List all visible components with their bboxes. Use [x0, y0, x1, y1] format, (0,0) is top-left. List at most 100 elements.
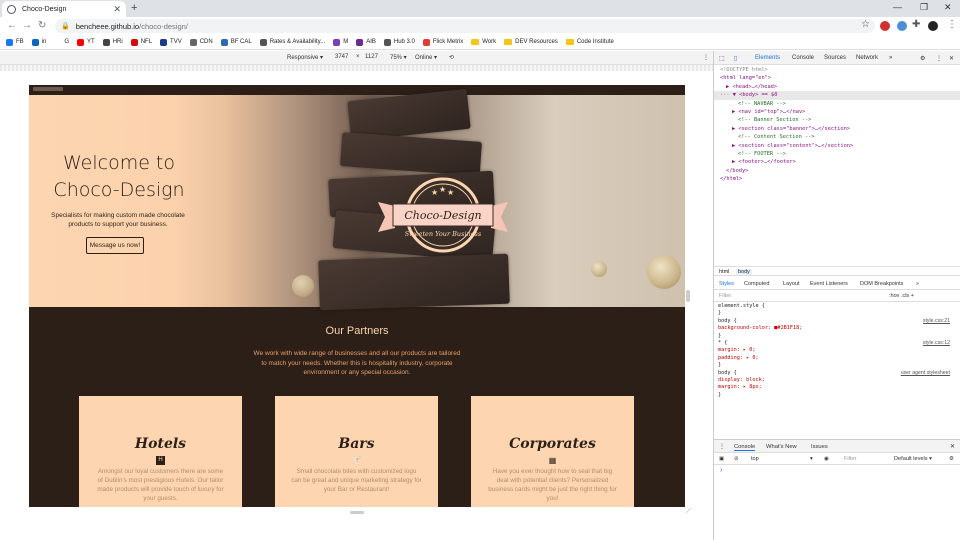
log-levels-select[interactable]: Default levels ▾ — [894, 456, 932, 462]
bookmark-item[interactable]: Rates & Availability... — [259, 38, 325, 46]
message-us-button[interactable]: Message us now! — [86, 237, 144, 254]
dom-node[interactable]: <!-- FOOTER --> — [714, 150, 960, 158]
chevron-down-icon[interactable]: ▾ — [810, 456, 813, 462]
close-devtools-icon[interactable]: ✕ — [949, 55, 954, 62]
bookmark-item[interactable]: Code Institute — [565, 39, 614, 45]
tab-dom-breakpoints[interactable]: DOM Breakpoints — [860, 281, 903, 287]
network-select[interactable]: Online ▾ — [415, 54, 437, 61]
back-icon[interactable]: ← — [7, 20, 17, 31]
console-settings-icon[interactable]: ⚙ — [949, 456, 954, 462]
dom-node[interactable]: ▶ <head>…</head> — [714, 83, 960, 91]
crumb-body[interactable]: body — [736, 268, 752, 275]
forward-icon[interactable]: → — [22, 20, 32, 31]
filter-tools[interactable]: :hov .cls + — [889, 293, 914, 299]
console-filter-input[interactable]: Filter — [844, 456, 856, 462]
media-query-bar[interactable] — [0, 65, 713, 71]
resize-handle-right[interactable] — [686, 290, 690, 302]
resize-corner-icon[interactable]: ⟋ — [686, 508, 691, 516]
viewport-width[interactable]: 3747 — [335, 54, 348, 60]
bookmark-item[interactable]: Work — [471, 39, 496, 45]
eye-icon[interactable]: ◉ — [824, 456, 829, 462]
close-tab-icon[interactable]: ✕ — [113, 4, 121, 15]
restore-icon[interactable]: ❐ — [920, 2, 928, 13]
bookmark-item[interactable]: NFL — [130, 38, 152, 46]
context-select[interactable]: top — [751, 456, 759, 462]
dom-node[interactable]: <!DOCTYPE html> — [714, 66, 960, 74]
tab-issues[interactable]: Issues — [811, 444, 828, 450]
gear-icon[interactable]: ⚙ — [920, 55, 925, 62]
browser-tab[interactable]: Choco-Design ✕ — [2, 1, 126, 17]
tab-more[interactable]: » — [916, 281, 919, 287]
bookmark-item[interactable]: HRi — [102, 38, 123, 46]
dom-node[interactable]: ▶ <footer>…</footer> — [714, 158, 960, 166]
kebab-icon[interactable]: ⋮ — [936, 55, 942, 62]
style-source-link[interactable]: style.css:12 — [923, 340, 950, 347]
tab-more[interactable]: » — [889, 55, 892, 61]
style-rule-line[interactable]: background-color: ■#2B1F18; — [714, 325, 954, 332]
bookmark-item[interactable]: Hub 3.0 — [383, 38, 415, 46]
sidebar-toggle-icon[interactable]: ▣ — [719, 456, 724, 462]
zoom-select[interactable]: 75% ▾ — [390, 54, 407, 61]
bookmark-item[interactable]: TVV — [160, 38, 182, 46]
style-rule-line[interactable]: } — [714, 392, 954, 399]
dom-node[interactable]: </body> — [714, 167, 960, 175]
tab-elements[interactable]: Elements — [755, 55, 780, 61]
style-source-link[interactable]: user agent stylesheet — [901, 370, 950, 377]
style-rule-line[interactable]: } — [714, 362, 954, 369]
minimize-icon[interactable]: — — [893, 2, 902, 12]
menu-icon[interactable]: ⋮ — [947, 19, 957, 30]
tab-network[interactable]: Network — [856, 55, 878, 61]
style-rule-line[interactable]: body {style.css:21 — [714, 318, 954, 325]
dom-node[interactable]: ▶ <section class="banner">…</section> — [714, 125, 960, 133]
crumb-html[interactable]: html — [719, 269, 729, 275]
tab-computed[interactable]: Computed — [744, 281, 769, 287]
bookmark-item[interactable]: FB — [6, 38, 24, 46]
cloud-extension-icon[interactable] — [897, 21, 907, 31]
style-rule-line[interactable]: } — [714, 333, 954, 340]
style-rule-line[interactable]: body {user agent stylesheet — [714, 370, 954, 377]
tab-console[interactable]: Console — [734, 444, 756, 451]
bookmark-item[interactable]: CDN — [189, 38, 213, 46]
tab-console[interactable]: Console — [792, 55, 814, 61]
star-icon[interactable]: ☆ — [861, 19, 870, 30]
bookmark-item[interactable]: G — [54, 38, 69, 46]
dom-node[interactable]: </html> — [714, 175, 960, 183]
extension-icon[interactable] — [880, 21, 890, 31]
tab-styles[interactable]: Styles — [719, 281, 734, 287]
inspect-icon[interactable]: ⬚ — [719, 55, 725, 62]
device-select[interactable]: Responsive ▾ — [287, 54, 323, 61]
tab-layout[interactable]: Layout — [783, 281, 800, 287]
style-source-link[interactable]: style.css:21 — [923, 318, 950, 325]
style-rule-line[interactable]: margin: ▸ 8px; — [714, 384, 954, 391]
bookmark-item[interactable]: in — [31, 38, 46, 46]
bookmark-item[interactable]: BF CAL — [220, 38, 252, 46]
more-icon[interactable]: ⋮ — [703, 54, 709, 61]
tab-whats-new[interactable]: What's New — [766, 444, 797, 450]
viewport-height[interactable]: 1127 — [365, 54, 378, 60]
close-drawer-icon[interactable]: ✕ — [950, 444, 955, 450]
dom-node[interactable]: ▶ <section class="content">…</section> — [714, 142, 960, 150]
style-rule-line[interactable]: } — [714, 310, 954, 317]
reload-icon[interactable]: ↻ — [38, 20, 46, 31]
puzzle-icon[interactable]: ✚ — [912, 19, 920, 30]
resize-handle-bottom[interactable] — [350, 511, 364, 514]
new-tab-button[interactable]: + — [131, 2, 137, 14]
drawer-menu-icon[interactable]: ⋮ — [719, 444, 725, 450]
tab-sources[interactable]: Sources — [824, 55, 846, 61]
style-rule-line[interactable]: padding: ▸ 0; — [714, 355, 954, 362]
dom-node[interactable]: ··· ▼ <body> == $0 — [714, 91, 960, 100]
nav-logo[interactable] — [33, 87, 63, 91]
avatar[interactable] — [928, 21, 938, 31]
device-toggle-icon[interactable]: ▯ — [734, 55, 737, 62]
tab-event-listeners[interactable]: Event Listeners — [810, 281, 848, 287]
bookmark-item[interactable]: M — [333, 38, 348, 46]
address-bar[interactable]: 🔒 bencheee.github.io/choco-design/ — [55, 19, 875, 33]
style-rule-line[interactable]: * {style.css:12 — [714, 340, 954, 347]
bookmark-item[interactable]: DEV Resources — [504, 39, 558, 45]
bookmark-item[interactable]: AIB — [356, 38, 376, 46]
bookmark-item[interactable]: YT — [77, 38, 95, 46]
dom-node[interactable]: <html lang="en"> — [714, 74, 960, 82]
dom-node[interactable]: <!-- Content Section --> — [714, 133, 960, 141]
close-window-icon[interactable]: ✕ — [944, 2, 952, 13]
clear-console-icon[interactable]: ⊘ — [734, 456, 739, 462]
